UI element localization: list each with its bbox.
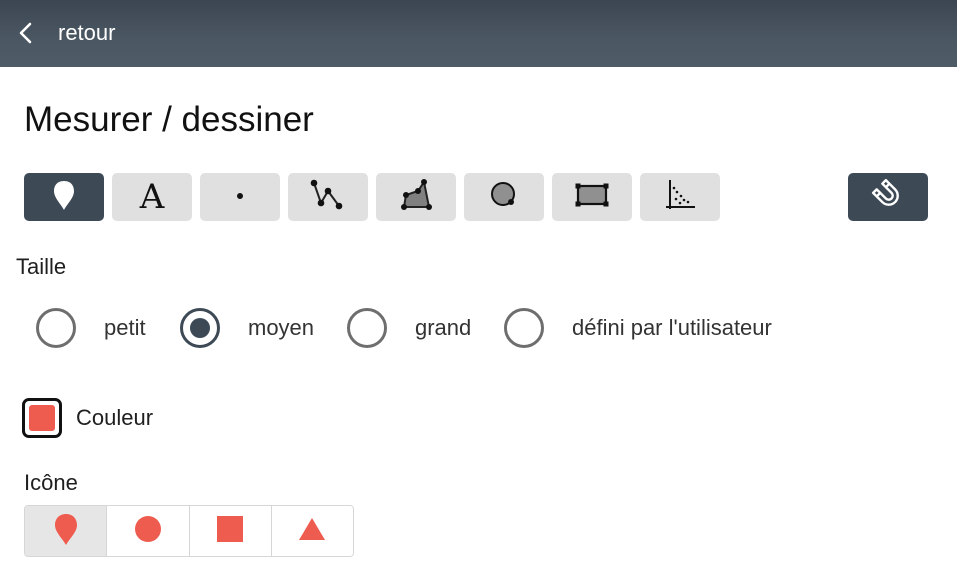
snap-magnet-button[interactable] bbox=[848, 173, 928, 221]
tool-marker-button[interactable] bbox=[24, 173, 104, 221]
size-radio-grand[interactable] bbox=[347, 308, 387, 348]
icon-label: Icône bbox=[24, 470, 78, 495]
size-option-label: moyen bbox=[248, 315, 315, 340]
tool-coordinate-button[interactable] bbox=[640, 173, 720, 221]
magnet-icon bbox=[870, 177, 906, 218]
size-label: Taille bbox=[16, 254, 67, 279]
tool-point-button[interactable] bbox=[200, 173, 280, 221]
top-bar: retour bbox=[0, 0, 957, 67]
triangle-icon bbox=[298, 517, 326, 546]
icon-option-marker[interactable] bbox=[25, 506, 108, 556]
icon-selector bbox=[24, 505, 354, 557]
back-label: retour bbox=[58, 20, 116, 45]
icon-option-triangle[interactable] bbox=[271, 506, 353, 556]
marker-icon bbox=[53, 512, 79, 551]
tool-text-button[interactable]: A bbox=[112, 173, 192, 221]
color-picker-button[interactable] bbox=[22, 398, 62, 438]
tool-circle-button[interactable] bbox=[464, 173, 544, 221]
color-label: Couleur bbox=[76, 405, 154, 430]
page-title: Mesurer / dessiner bbox=[24, 100, 314, 139]
text-icon: A bbox=[139, 177, 165, 217]
color-swatch-fill bbox=[29, 405, 55, 431]
size-option-label: petit bbox=[104, 315, 146, 340]
size-radio-moyen[interactable] bbox=[180, 308, 220, 348]
size-option-label: grand bbox=[415, 315, 472, 340]
icon-option-circle[interactable] bbox=[107, 506, 190, 556]
tool-line-button[interactable] bbox=[288, 173, 368, 221]
marker-pin-icon bbox=[51, 179, 77, 216]
size-radio-petit[interactable] bbox=[36, 308, 76, 348]
icon-option-square[interactable] bbox=[189, 506, 272, 556]
size-option-label: défini par l'utilisateur bbox=[572, 315, 772, 340]
line-icon bbox=[308, 177, 348, 218]
polygon-icon bbox=[396, 177, 436, 218]
square-icon bbox=[216, 515, 244, 548]
tool-polygon-button[interactable] bbox=[376, 173, 456, 221]
coordinate-axes-icon bbox=[662, 177, 698, 218]
chevron-left-icon bbox=[18, 21, 34, 45]
rectangle-icon bbox=[572, 180, 612, 215]
circle-icon bbox=[488, 179, 520, 216]
point-icon bbox=[235, 188, 245, 206]
size-radio-custom[interactable] bbox=[504, 308, 544, 348]
tool-rectangle-button[interactable] bbox=[552, 173, 632, 221]
circle-icon bbox=[134, 515, 162, 548]
back-button[interactable]: retour bbox=[18, 14, 115, 52]
